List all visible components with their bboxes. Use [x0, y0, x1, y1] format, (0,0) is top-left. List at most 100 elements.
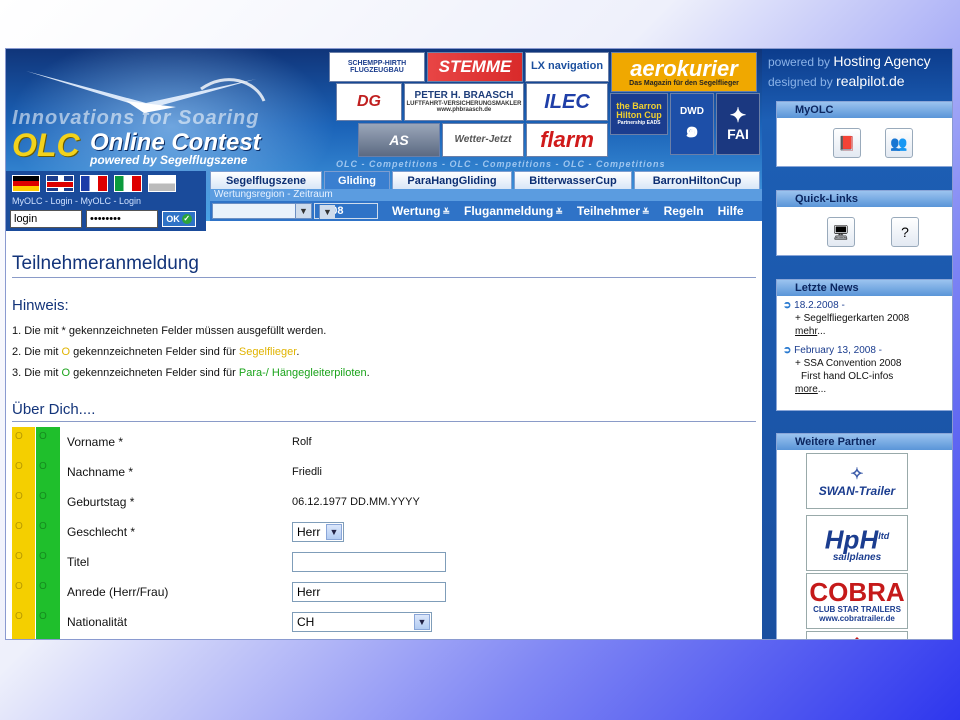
- partner-next[interactable]: ◆: [806, 631, 908, 639]
- partner-cobra[interactable]: COBRA CLUB STAR TRAILERS www.cobratraile…: [806, 573, 908, 629]
- nachname-value: Friedli: [292, 466, 322, 478]
- sponsor-aerokurier-sub: Das Magazin für den Segelflieger: [629, 80, 739, 88]
- news-arrow-icon: ➲: [783, 300, 792, 311]
- chevron-down-icon: ▼: [326, 524, 342, 540]
- news-more-link[interactable]: more: [795, 384, 818, 395]
- nav-teilnehmer-label: Teilnehmer: [576, 204, 641, 218]
- nav-wertung[interactable]: Wertung ≚: [392, 204, 450, 218]
- region-select[interactable]: ▼: [212, 203, 312, 219]
- sponsor-aerokurier[interactable]: aerokurier Das Magazin für den Segelflieg…: [611, 52, 757, 92]
- nationalitaet-value: CH: [297, 615, 315, 629]
- geburtstag-value: 06.12.1977 DD.MM.YYYY: [292, 496, 420, 508]
- sponsor-flarm[interactable]: flarm: [526, 123, 608, 157]
- partner-swan-trailer[interactable]: ✧ SWAN-Trailer: [806, 453, 908, 509]
- partner-hph[interactable]: HpHltd sailplanes: [806, 515, 908, 571]
- sponsor-as-label: AS: [389, 131, 409, 148]
- nav-teilnehmer[interactable]: Teilnehmer ≚: [577, 204, 650, 218]
- username-input[interactable]: [10, 210, 82, 228]
- flag-english-icon[interactable]: [46, 175, 74, 192]
- login-ok-button[interactable]: OK ✓: [162, 211, 196, 227]
- flag-german-icon[interactable]: [12, 175, 40, 192]
- para-marker: [36, 637, 60, 639]
- form-row-anrede: OO Anrede (Herr/Frau): [12, 577, 756, 607]
- news-ellipsis: ...: [817, 326, 826, 337]
- tab-parahanggliding[interactable]: ParaHangGliding: [392, 171, 512, 189]
- browser-page: Innovations for Soaring OLC Online Conte…: [5, 48, 953, 640]
- news-title: Letzte News: [777, 280, 952, 296]
- main-area: Innovations for Soaring OLC Online Conte…: [6, 49, 762, 639]
- anrede-input[interactable]: [292, 582, 446, 602]
- sponsor-as[interactable]: AS: [358, 123, 440, 157]
- chevron-down-icon: ▼: [319, 205, 335, 219]
- help-icon[interactable]: ?: [891, 217, 919, 247]
- language-flags: [6, 171, 206, 195]
- computer-transfer-icon[interactable]: 🖥: [827, 217, 855, 247]
- form-row-vorname: OO Vorname * Rolf: [12, 427, 756, 457]
- form-row-nationalitaet: OO Nationalität CH ▼: [12, 607, 756, 637]
- logbook-icon[interactable]: 📕: [833, 128, 861, 158]
- glider-marker: O: [12, 547, 36, 577]
- sponsor-stemme[interactable]: STEMME: [427, 52, 523, 82]
- dropdown-icon: ≚: [642, 207, 650, 217]
- tab-segelflugszene[interactable]: Segelflugszene: [210, 171, 322, 189]
- sponsor-barron-hilton-cup[interactable]: the Barron Hilton Cup Partnership EADS: [610, 93, 668, 135]
- note3-marker: O: [61, 367, 71, 379]
- para-marker: O: [36, 457, 60, 487]
- nav-hilfe[interactable]: Hilfe: [718, 204, 744, 218]
- para-marker: O: [36, 607, 60, 637]
- right-sidebar: powered by Hosting Agency designed by re…: [762, 49, 952, 639]
- sponsor-dg[interactable]: DG: [336, 83, 402, 121]
- sponsor-fai-label: FAI: [727, 126, 749, 143]
- designed-by[interactable]: designed by realpilot.de: [768, 73, 905, 89]
- users-icon[interactable]: 👥: [885, 128, 913, 158]
- nav-fluganmeldung[interactable]: Fluganmeldung ≚: [464, 204, 563, 218]
- sponsor-dwd[interactable]: DWD ๑: [670, 93, 714, 155]
- tab-barronhiltoncup[interactable]: BarronHiltonCup: [634, 171, 760, 189]
- nationalitaet-select[interactable]: CH ▼: [292, 612, 432, 632]
- registration-form: OO Vorname * Rolf OO Nachname * Friedli …: [12, 427, 756, 639]
- anrede-label: Anrede (Herr/Frau): [67, 585, 169, 599]
- sponsor-barron-sub: Partnership EADS: [617, 120, 661, 127]
- page-content: Teilnehmeranmeldung Hinweis: 1. Die mit …: [12, 231, 756, 639]
- password-input[interactable]: [86, 210, 158, 228]
- titel-input[interactable]: [292, 552, 446, 572]
- note-para: 3. Die mit O gekennzeichneten Felder sin…: [12, 367, 370, 379]
- tab-gliding[interactable]: Gliding: [324, 171, 390, 189]
- flag-more-icon[interactable]: [148, 175, 176, 192]
- sponsor-ilec-label: ILEC: [544, 90, 590, 113]
- tab-bitterwassercup[interactable]: BitterwasserCup: [514, 171, 632, 189]
- hph-ltd: ltd: [878, 530, 890, 541]
- powered-by[interactable]: powered by Hosting Agency: [768, 53, 931, 69]
- geschlecht-select[interactable]: Herr ▼: [292, 522, 344, 542]
- main-nav: ▼ 2008▼ Wertung≚ Fluganmeldung≚ Teilnehm…: [210, 201, 762, 221]
- nav-regeln[interactable]: Regeln: [664, 204, 704, 218]
- quicklinks-title: Quick-Links: [777, 191, 952, 207]
- sponsor-schempp-hirth[interactable]: SCHEMPP-HIRTH FLUGZEUGBAU: [329, 52, 425, 82]
- note3-mid: gekennzeichneten Felder sind für: [70, 367, 239, 379]
- sponsor-wetter-jetzt[interactable]: Wetter-Jetzt: [442, 123, 524, 157]
- olc-logo[interactable]: OLC: [12, 127, 80, 164]
- sponsor-ilec[interactable]: ILEC: [526, 83, 608, 121]
- sponsor-fai[interactable]: ✦ FAI: [716, 93, 760, 155]
- glider-marker: O: [12, 457, 36, 487]
- cobra-url: www.cobratrailer.de: [819, 614, 895, 623]
- flag-italian-icon[interactable]: [114, 175, 142, 192]
- news-ellipsis: ...: [817, 384, 827, 395]
- realpilot-tld: .de: [885, 73, 905, 89]
- news-more-link[interactable]: mehr: [795, 326, 817, 337]
- section-divider: [12, 421, 756, 422]
- form-row-titel: OO Titel: [12, 547, 756, 577]
- swan-label: SWAN-Trailer: [818, 484, 896, 498]
- year-select[interactable]: 2008▼: [314, 203, 378, 219]
- swan-icon: ✧: [850, 466, 864, 483]
- sponsor-braasch[interactable]: PETER H. BRAASCH LUFTFAHRT-VERSICHERUNGSM…: [404, 83, 524, 121]
- check-icon: ✓: [181, 214, 192, 224]
- sponsor-barron-label: the Barron Hilton Cup: [616, 100, 662, 120]
- form-row-geburtstag: OO Geburtstag * 06.12.1977 DD.MM.YYYY: [12, 487, 756, 517]
- myolc-login-bar: MyOLC - Login - MyOLC - Login: [6, 195, 206, 207]
- sponsor-lx-navigation[interactable]: LX navigation: [525, 52, 609, 82]
- sponsor-aerokurier-label: aerokurier: [630, 55, 738, 81]
- news-item: ➲ February 13, 2008 - + SSA Convention 2…: [777, 338, 952, 396]
- flag-french-icon[interactable]: [80, 175, 108, 192]
- news-subline: First hand OLC-infos: [801, 371, 894, 382]
